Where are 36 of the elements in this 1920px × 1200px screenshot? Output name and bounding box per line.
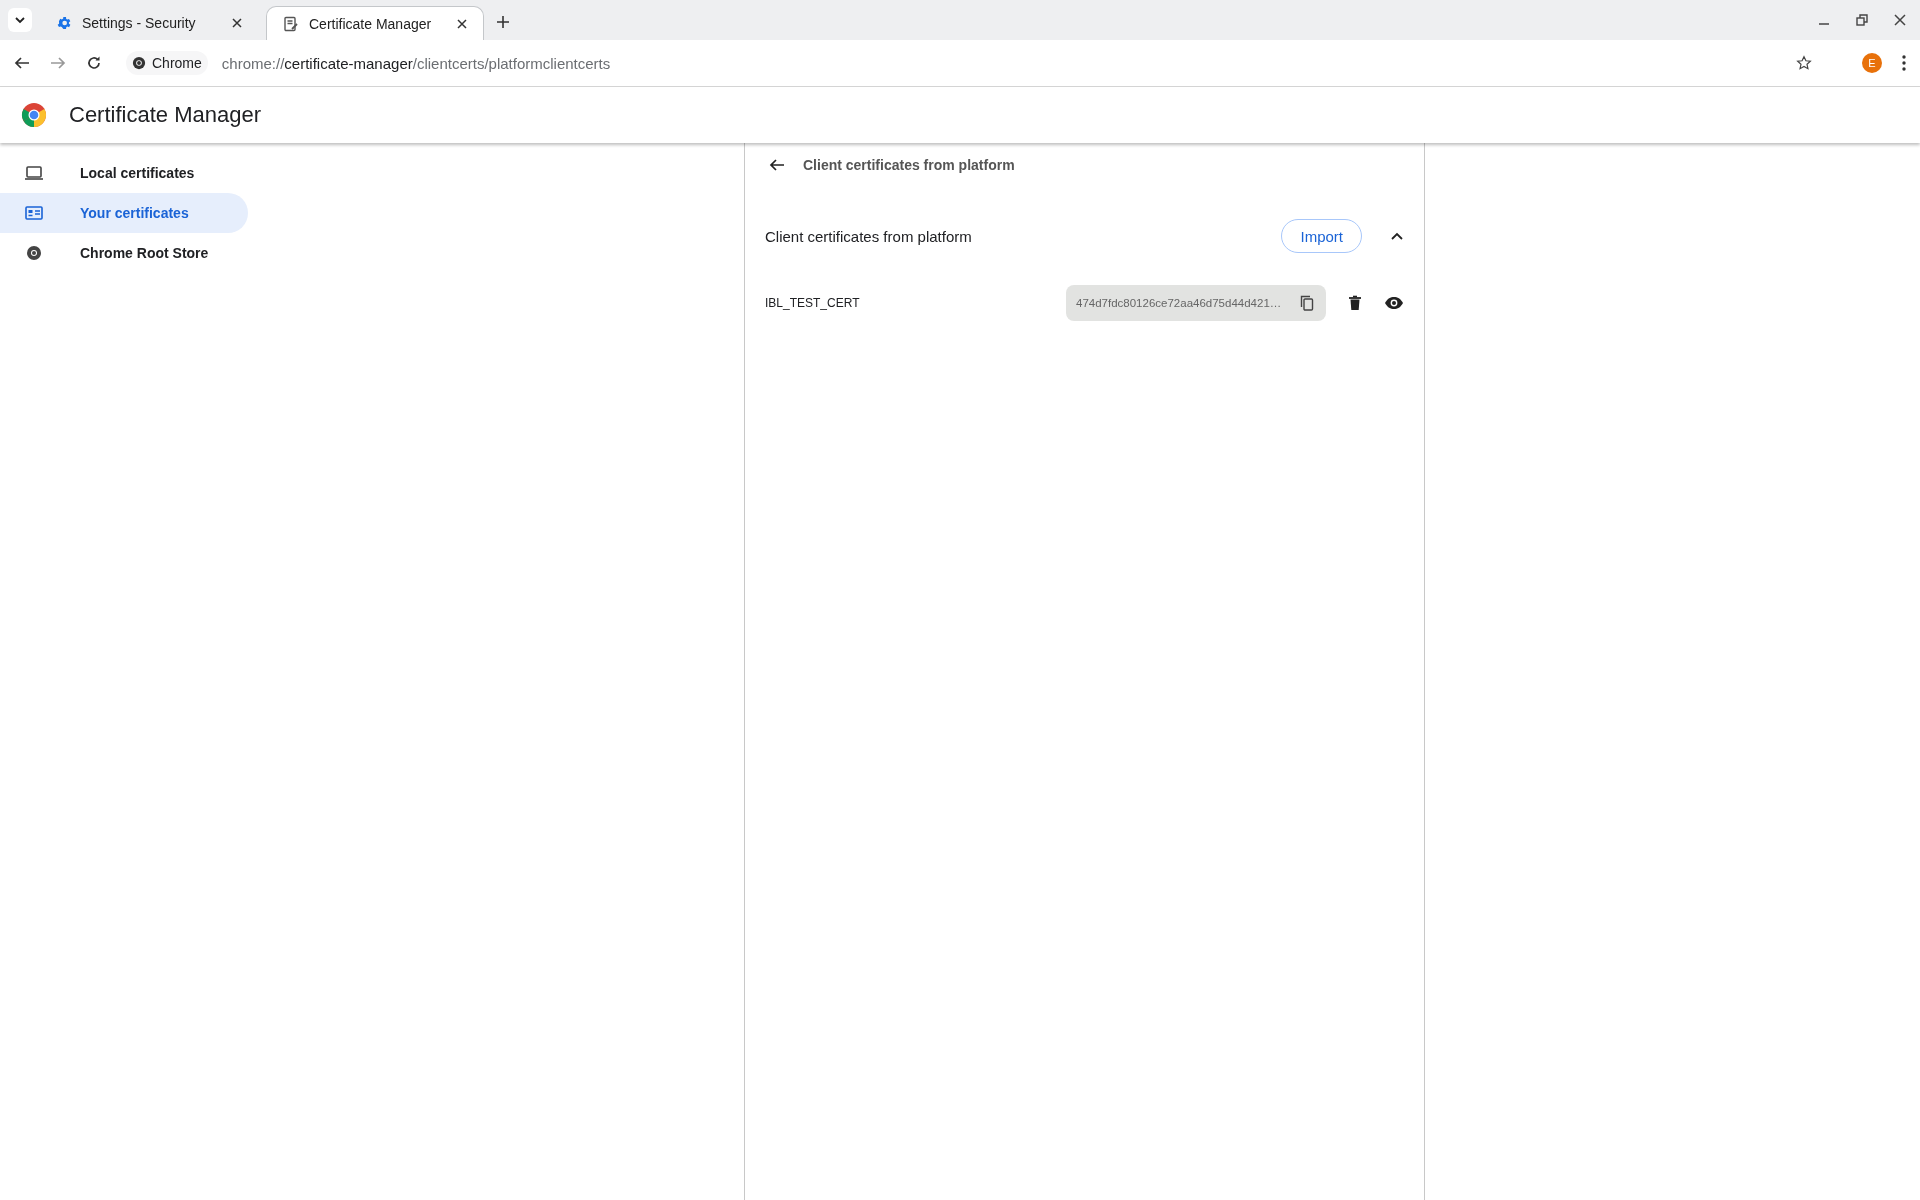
forward-icon[interactable]	[50, 55, 66, 71]
laptop-icon	[24, 165, 44, 181]
certificate-icon	[283, 15, 299, 32]
reload-icon[interactable]	[86, 55, 102, 71]
close-icon[interactable]	[232, 18, 242, 28]
certificate-name: IBL_TEST_CERT	[765, 296, 861, 310]
import-button[interactable]: Import	[1281, 219, 1362, 253]
chrome-icon	[132, 56, 146, 70]
menu-icon[interactable]	[1902, 55, 1906, 71]
restore-icon[interactable]	[1856, 14, 1868, 26]
chrome-icon	[24, 245, 44, 261]
copy-icon[interactable]	[1300, 295, 1314, 311]
sidebar-item[interactable]: Chrome Root Store	[0, 233, 248, 273]
eye-icon[interactable]	[1384, 296, 1404, 310]
section-title: Client certificates from platform	[765, 227, 973, 245]
browser-tab[interactable]: Settings - Security	[40, 6, 258, 40]
site-chip[interactable]: Chrome	[126, 51, 208, 75]
star-icon[interactable]	[1796, 55, 1812, 71]
close-icon[interactable]	[457, 18, 467, 29]
sidebar-item[interactable]: Your certificates	[0, 193, 248, 233]
page-title: Certificate Manager	[69, 102, 261, 128]
new-tab-icon[interactable]	[496, 15, 510, 29]
id-card-icon	[24, 205, 44, 221]
gear-icon	[56, 15, 72, 31]
back-icon[interactable]	[14, 55, 30, 71]
tab-search-button[interactable]	[8, 8, 32, 32]
close-icon[interactable]	[1894, 14, 1906, 26]
trash-icon[interactable]	[1348, 295, 1362, 311]
browser-tab[interactable]: Certificate Manager	[266, 6, 484, 40]
hash-field: 474d7fdc80126ce72aa46d75d44d421…	[1066, 285, 1326, 321]
url-text: chrome://certificate-manager/clientcerts/platformclientcerts	[221, 54, 611, 72]
chevron-down-icon	[14, 14, 26, 26]
chrome-logo-icon	[21, 102, 47, 128]
sidebar-item[interactable]: Local certificates	[0, 153, 248, 193]
subpage-title: Client certificates from platform	[803, 157, 1015, 173]
back-icon[interactable]	[769, 157, 785, 173]
